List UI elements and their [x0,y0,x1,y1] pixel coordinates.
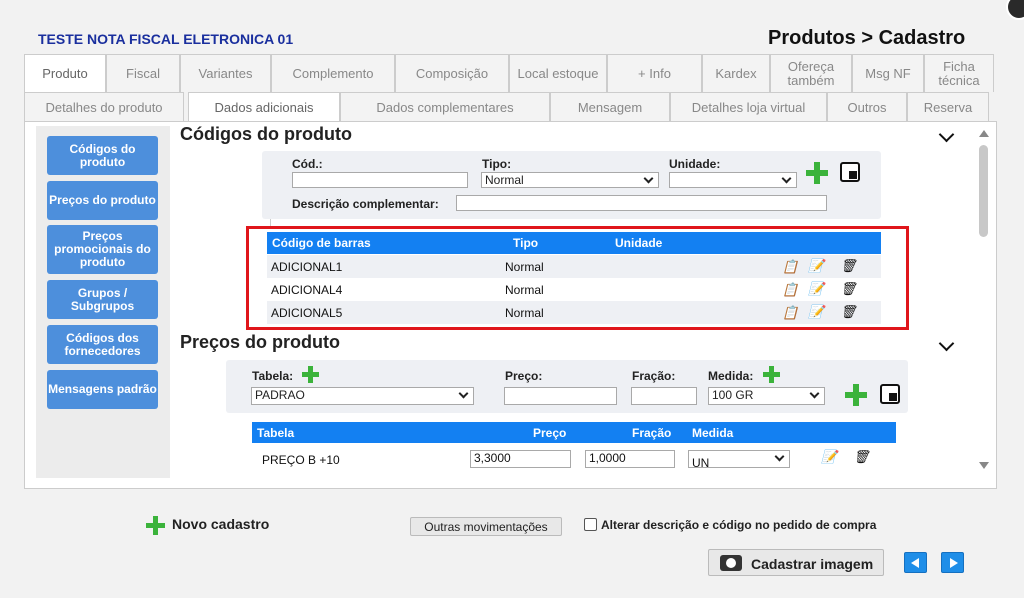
plus-icon[interactable] [146,516,165,535]
tab-variantes[interactable]: Variantes [180,54,271,92]
cell-medida-select[interactable]: UN [688,450,790,470]
sidebar-item-precos-promocionais[interactable]: Preços promocionais do produto [47,225,158,274]
trash-icon[interactable]: 🗑 [853,450,870,464]
scroll-up-icon[interactable] [979,130,989,137]
cell-tabela: PREÇO B +10 [262,453,340,467]
fracao-label: Fração: [632,369,676,383]
tab-mais-info[interactable]: + Info [607,54,702,92]
tab-local-estoque[interactable]: Local estoque [509,54,607,92]
tab-msg-nf[interactable]: Msg NF [852,54,924,92]
desc-label: Descrição complementar: [292,197,439,211]
sidebar-item-grupos[interactable]: Grupos / Subgrupos [47,280,158,319]
add-codigo-plus-icon[interactable] [806,162,828,184]
col-preco: Preço [533,426,567,440]
cadastrar-imagem-button[interactable]: Cadastrar imagem [708,549,884,576]
subtab-outros[interactable]: Outros [827,92,907,122]
subtab-dados-complementares[interactable]: Dados complementares [340,92,550,122]
sidebar-item-mensagens[interactable]: Mensagens padrão [47,370,158,409]
expand-icon[interactable] [840,162,860,182]
preco-label: Preço: [505,369,543,383]
section-title-codigos: Códigos do produto [180,124,352,144]
alterar-label: Alterar descrição e código no pedido de … [601,518,877,532]
tipo-select[interactable]: Normal [481,172,659,188]
section-title-precos: Preços do produto [180,332,341,352]
add-tabela-plus-icon[interactable] [302,366,319,383]
sidebar-item-codigos[interactable]: Códigos do produto [47,136,158,175]
tabela-select[interactable]: PADRAO [251,387,474,405]
chevron-down-icon [781,173,792,184]
medida-select[interactable]: 100 GR [708,387,825,405]
novo-cadastro-link[interactable]: Novo cadastro [172,516,269,532]
medida-value: 100 GR [712,388,754,402]
arrow-right-icon[interactable] [941,552,964,573]
sidebar: Códigos do produto Preços do produto Pre… [36,126,170,478]
tipo-value: Normal [485,173,524,187]
preco-input[interactable] [504,387,617,405]
page-title: Produtos > Cadastro [768,27,966,49]
cell-medida-value: UN [692,456,710,470]
cell-preco-input[interactable]: 3,3000 [470,450,571,468]
tab-produto[interactable]: Produto [24,54,106,92]
add-preco-plus-icon[interactable] [845,384,867,406]
col-tabela: Tabela [257,426,295,440]
chevron-down-icon [458,388,469,399]
tab-complemento[interactable]: Complemento [271,54,395,92]
chevron-down-icon [774,451,785,462]
tabela-value: PADRAO [255,388,305,402]
cell-fracao-input[interactable]: 1,0000 [585,450,675,468]
tab-ofereca-tambem[interactable]: Ofereça também [770,54,852,92]
table-row: PREÇO B +10 3,3000 1,0000 UN 📝 🗑 [252,444,896,474]
fracao-input[interactable] [631,387,697,405]
medida-label: Medida: [708,369,754,383]
tipo-label: Tipo: [482,157,512,171]
sidebar-item-precos[interactable]: Preços do produto [47,181,158,220]
arrow-left-icon[interactable] [904,552,927,573]
company-name: TESTE NOTA FISCAL ELETRONICA 01 [38,31,294,47]
scrollbar-thumb[interactable] [979,145,988,237]
edit-icon[interactable]: 📝 [821,450,837,464]
add-medida-plus-icon[interactable] [763,366,780,383]
unidade-label: Unidade: [669,157,721,171]
tab-ficha-tecnica[interactable]: Ficha técnica [924,54,994,92]
subtab-reserva[interactable]: Reserva [907,92,989,122]
tabela-label: Tabela: [252,369,294,383]
chevron-down-icon [809,388,820,399]
tab-composicao[interactable]: Composição [395,54,509,92]
outras-movimentacoes-button[interactable]: Outras movimentações [410,517,562,536]
cod-label: Cód.: [292,157,323,171]
precos-table-header: Tabela Preço Fração Medida [252,422,896,443]
highlight-box [246,226,909,330]
subtab-dados-adicionais[interactable]: Dados adicionais [188,92,340,122]
chevron-down-icon [643,173,654,184]
camera-icon [720,555,742,571]
tab-fiscal[interactable]: Fiscal [106,54,180,92]
alterar-checkbox[interactable] [584,518,597,531]
col-medida: Medida [692,426,734,440]
subtab-mensagem[interactable]: Mensagem [550,92,670,122]
subtab-detalhes-loja-virtual[interactable]: Detalhes loja virtual [670,92,827,122]
expand-icon[interactable] [880,384,900,404]
scroll-down-icon[interactable] [979,462,989,469]
tab-kardex[interactable]: Kardex [702,54,770,92]
sidebar-item-codigos-fornecedores[interactable]: Códigos dos fornecedores [47,325,158,364]
desc-input[interactable] [456,195,827,211]
col-fracao: Fração [632,426,672,440]
subtab-detalhes-produto[interactable]: Detalhes do produto [24,92,184,122]
unidade-select[interactable] [669,172,797,188]
scrollbar[interactable] [976,127,992,477]
cod-input[interactable] [292,172,468,188]
close-icon[interactable] [1006,0,1024,20]
cadastrar-imagem-label: Cadastrar imagem [751,556,874,572]
